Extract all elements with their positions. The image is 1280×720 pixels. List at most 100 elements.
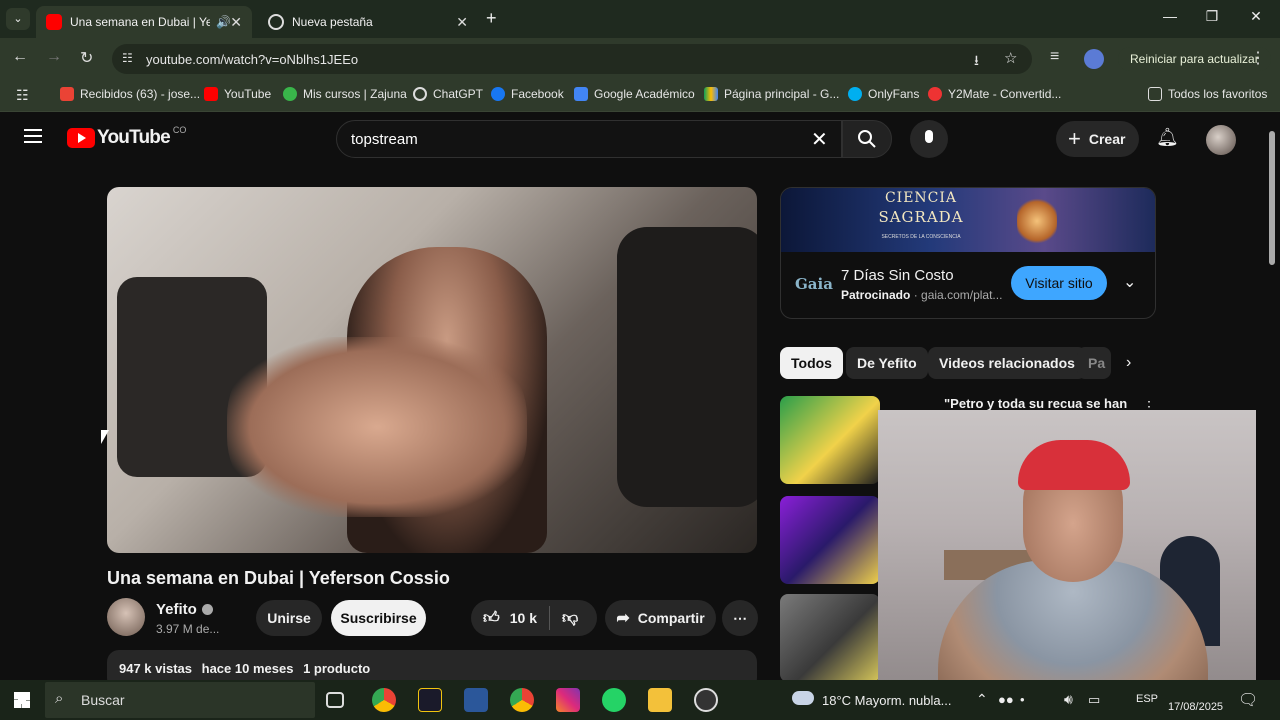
share-label: Compartir: [637, 610, 705, 626]
chip-partial[interactable]: Pa: [1077, 347, 1111, 379]
related-thumbnail[interactable]: [780, 594, 880, 682]
sponsored-label: Patrocinado: [841, 288, 911, 302]
plus-icon: +: [1068, 126, 1081, 151]
create-button[interactable]: + Crear: [1056, 121, 1140, 157]
subscribe-button[interactable]: Suscribirse: [331, 600, 426, 636]
update-label: Reiniciar para actualizar: [1130, 52, 1259, 66]
video-player[interactable]: [107, 187, 757, 553]
apps-icon[interactable]: ☷: [16, 87, 29, 104]
chrome-alt-icon[interactable]: [510, 688, 534, 712]
taskbar-search-input[interactable]: ⌕ Buscar: [45, 682, 315, 718]
chrome-taskbar-icon[interactable]: [372, 688, 396, 712]
windows-start-icon[interactable]: [14, 692, 30, 708]
weather-text[interactable]: 18°C Mayorm. nubla...: [822, 693, 951, 708]
all-bookmarks[interactable]: Todos los favoritos: [1148, 87, 1267, 101]
search-button[interactable]: [842, 120, 892, 158]
like-button[interactable]: 👍︎ 10 k: [471, 609, 537, 628]
bookmark-onlyfans[interactable]: OnlyFans: [848, 87, 919, 101]
bookmark-chatgpt[interactable]: ChatGPT: [413, 87, 483, 101]
menu-dots-icon[interactable]: ⋮: [1250, 48, 1266, 68]
file-explorer-icon[interactable]: [648, 688, 672, 712]
weather-cloud-icon: [792, 691, 814, 705]
update-button[interactable]: Reiniciar para actualizar: [1118, 47, 1271, 71]
clear-search-icon[interactable]: ✕: [811, 127, 828, 152]
minimize-icon[interactable]: —: [1150, 8, 1190, 24]
obs-icon[interactable]: [694, 688, 718, 712]
forward-icon[interactable]: →: [46, 48, 62, 66]
language-indicator[interactable]: ESP: [1136, 693, 1158, 705]
related-thumbnail[interactable]: [780, 496, 880, 584]
mic-tray-icon[interactable]: •: [1020, 692, 1025, 707]
chips-next-chevron-icon[interactable]: ›: [1126, 354, 1131, 372]
tab-strip: ⌄ Una semana en Dubai | Yef 🔊 ✕ Nueva pe…: [0, 0, 1280, 38]
bookmark-label: Página principal - G...: [724, 87, 840, 101]
tab-title: Una semana en Dubai | Yef: [70, 15, 210, 29]
site-info-icon[interactable]: ☷: [122, 51, 133, 65]
visit-site-button[interactable]: Visitar sitio: [1011, 266, 1107, 300]
chip-related[interactable]: Videos relacionados: [928, 347, 1086, 379]
page-scrollbar[interactable]: [1264, 113, 1280, 680]
bookmark-gmail[interactable]: Recibidos (63) - jose...: [60, 87, 200, 101]
notifications-icon[interactable]: 🗨︎: [1238, 690, 1258, 710]
join-button[interactable]: Unirse: [256, 600, 322, 636]
bookmark-facebook[interactable]: Facebook: [491, 87, 564, 101]
dislike-button[interactable]: 👎︎: [550, 609, 578, 628]
install-icon[interactable]: ⭳: [974, 50, 979, 74]
tray-chevron-icon[interactable]: ⌃: [976, 691, 988, 708]
bookmark-youtube[interactable]: YouTube: [204, 87, 271, 101]
app-star-icon[interactable]: [418, 688, 442, 712]
close-window-icon[interactable]: ✕: [1236, 8, 1276, 25]
bookmark-drive[interactable]: Página principal - G...: [704, 87, 839, 101]
reading-list-icon[interactable]: ≡: [1050, 48, 1059, 66]
tab-search-icon[interactable]: ⌄: [6, 8, 30, 30]
notifications-bell-icon[interactable]: 🔔︎: [1156, 127, 1179, 148]
bookmark-scholar[interactable]: Google Académico: [574, 87, 695, 101]
chip-label: Videos relacionados: [939, 355, 1075, 371]
thumbs-down-icon: 👎︎: [561, 609, 579, 627]
bookmark-star-icon[interactable]: ☆: [1004, 49, 1017, 67]
close-tab-icon[interactable]: ✕: [230, 14, 242, 31]
volume-icon[interactable]: 🔊︎: [1064, 691, 1073, 708]
more-actions-button[interactable]: ⋯: [722, 600, 758, 636]
chip-all[interactable]: Todos: [780, 347, 843, 379]
task-view-icon[interactable]: [326, 692, 344, 708]
back-icon[interactable]: ←: [12, 48, 28, 66]
voice-search-button[interactable]: [910, 120, 948, 158]
reload-icon[interactable]: ↻: [80, 48, 93, 68]
close-tab-icon[interactable]: ✕: [456, 14, 468, 31]
webcam-overlay: [878, 410, 1256, 694]
facebook-icon: [491, 87, 505, 101]
visit-site-label: Visitar sitio: [1025, 275, 1093, 291]
word-icon[interactable]: [464, 688, 488, 712]
related-thumbnail[interactable]: [780, 396, 880, 484]
account-avatar[interactable]: [1206, 125, 1236, 155]
channel-name-text: Yefito: [156, 601, 197, 618]
subscribe-label: Suscribirse: [340, 610, 417, 626]
youtube-logo[interactable]: YouTube CO: [67, 125, 186, 149]
channel-avatar[interactable]: [107, 598, 145, 636]
hamburger-menu-icon[interactable]: [24, 129, 42, 143]
gaia-logo: Gaia: [795, 275, 833, 293]
bookmark-zajuna[interactable]: Mis cursos | Zajuna: [283, 87, 407, 101]
share-button[interactable]: ➦ Compartir: [605, 600, 716, 636]
search-input[interactable]: topstream ✕: [336, 120, 842, 158]
battery-icon[interactable]: ▭: [1088, 692, 1100, 708]
related-title[interactable]: "Petro y toda su recua se han: [944, 396, 1127, 411]
ad-banner[interactable]: CIENCIA SAGRADA SECRETOS DE LA CONSCIENC…: [781, 188, 1155, 252]
channel-name[interactable]: Yefito: [156, 601, 213, 618]
address-bar[interactable]: ☷ youtube.com/watch?v=oNblhs1JEEo ⭳ ☆: [112, 44, 1032, 74]
clock-date[interactable]: 17/08/2025: [1168, 701, 1223, 713]
tray-apps-icon[interactable]: ●●: [998, 692, 1014, 707]
ad-card[interactable]: CIENCIA SAGRADA SECRETOS DE LA CONSCIENC…: [780, 187, 1156, 319]
ad-expand-chevron-icon[interactable]: ⌄: [1123, 272, 1136, 292]
chip-channel[interactable]: De Yefito: [846, 347, 928, 379]
tab-new[interactable]: Nueva pestaña ✕: [258, 6, 478, 38]
profile-icon[interactable]: [1084, 49, 1104, 69]
bookmark-y2mate[interactable]: Y2Mate - Convertid...: [928, 87, 1061, 101]
video-hands: [227, 337, 527, 517]
restore-icon[interactable]: ❐: [1192, 8, 1232, 25]
whatsapp-icon[interactable]: [602, 688, 626, 712]
new-tab-icon[interactable]: +: [486, 8, 497, 29]
instagram-icon[interactable]: [556, 688, 580, 712]
tab-video[interactable]: Una semana en Dubai | Yef 🔊 ✕: [36, 6, 252, 38]
